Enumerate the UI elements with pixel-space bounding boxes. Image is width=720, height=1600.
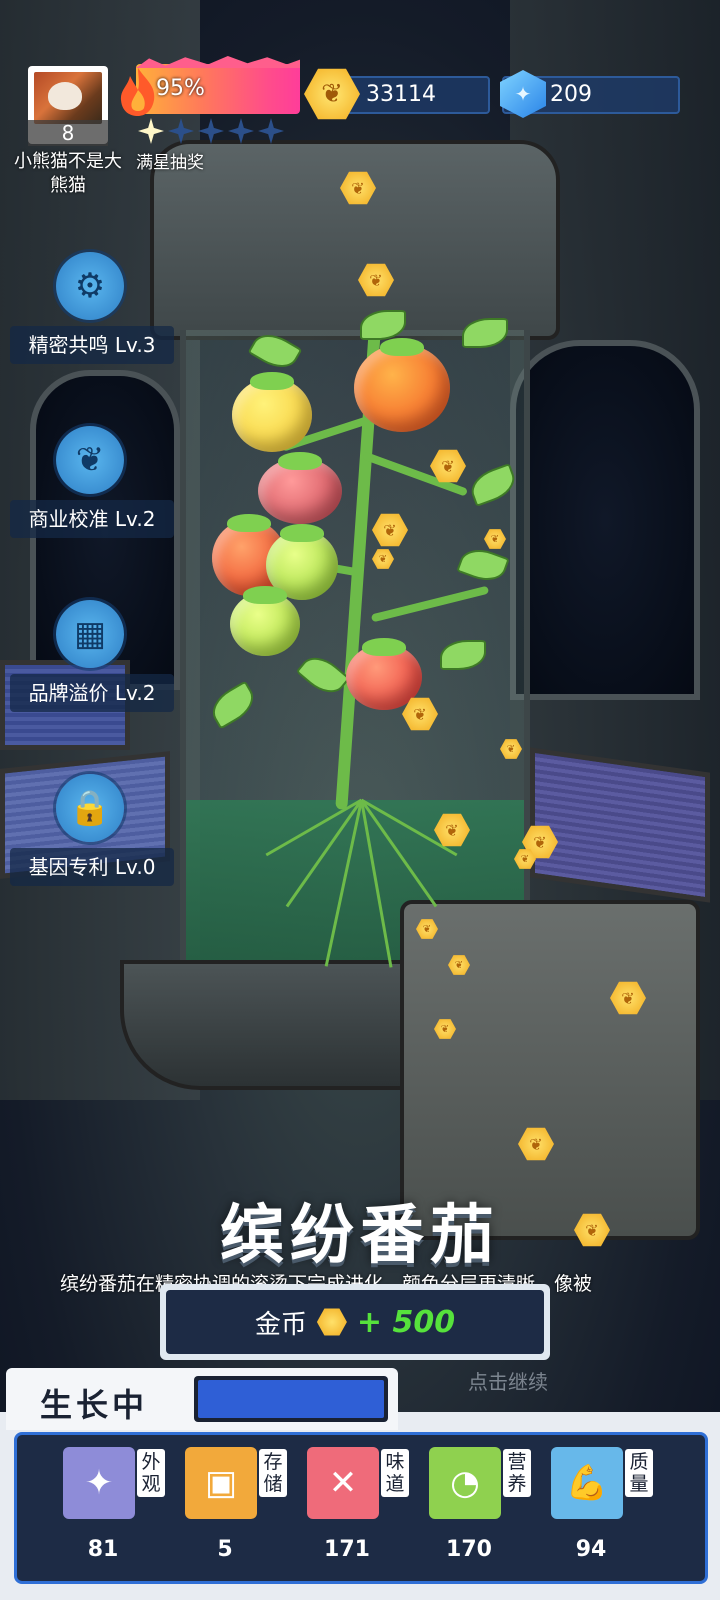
space-window-right [510,340,700,700]
sparkle-icon: ✦ [63,1447,135,1519]
star-icon [198,118,224,144]
star-icon [138,118,164,144]
attribute-value: 5 [217,1537,233,1562]
gold-amount: 33114 [366,82,436,107]
tomato-orange [354,338,450,432]
attribute-name: 营养 [503,1449,531,1497]
attribute-value: 94 [575,1537,607,1562]
lime-icon: ◔ [429,1447,501,1519]
skill-label: 品牌溢价 Lv.2 [10,674,174,712]
gear-sprout-icon: ⚙ [56,252,124,320]
attribute-nutrition[interactable]: ◔ 营养 170 [429,1447,545,1583]
tap-to-continue[interactable]: 点击继续 [468,1366,548,1395]
attribute-storage[interactable]: ▣ 存储 5 [185,1447,301,1583]
coin-icon [316,1308,347,1336]
player-level: 8 [28,120,108,146]
attribute-name: 质量 [625,1449,653,1497]
star-icon [168,118,194,144]
fork-knife-icon: ✕ [307,1447,379,1519]
reward-amount: + 500 [356,1304,456,1340]
leaf-scan-icon: ❦ [56,426,124,494]
player-avatar[interactable]: 8 [28,66,108,146]
star-rating [138,118,284,144]
skill-label: 基因专利 Lv.0 [10,848,174,886]
heat-percent: 95% [156,76,205,101]
muscle-icon: 💪 [551,1447,623,1519]
skill-label: 精密共鸣 Lv.3 [10,326,174,364]
reward-popup[interactable]: 金币 + 500 [160,1284,550,1360]
attribute-taste[interactable]: ✕ 味道 171 [307,1447,423,1583]
crop-title: 缤纷番茄 [220,1199,500,1273]
reward-content: 金币 + 500 [166,1290,544,1354]
player-name: 小熊猫不是大熊猫 [14,151,122,196]
attribute-value: 170 [446,1537,492,1562]
tomato-pink [258,452,342,524]
attribute-value: 171 [324,1537,370,1562]
monitor-right [530,747,710,903]
store-icon: ▦ [56,600,124,668]
skill-label: 商业校准 Lv.2 [10,500,174,538]
gem-amount: 209 [550,82,592,107]
star-icon [258,118,284,144]
attribute-appearance[interactable]: ✦ 外观 81 [63,1447,179,1583]
tomato-yellow [232,372,312,452]
attribute-name: 存储 [259,1449,287,1497]
attribute-quality[interactable]: 💪 质量 94 [551,1447,667,1583]
tomato-green [230,586,300,656]
growth-status-label: 生长中 [40,1386,149,1424]
full-star-lottery-button[interactable]: 满星抽奖 [136,148,204,173]
lock-icon: 🔒 [56,774,124,842]
attribute-name: 外观 [137,1449,165,1497]
attribute-list: ✦ 外观 81 ▣ 存储 5 ✕ 味道 171 ◔ 营养 170 💪 质量 94 [14,1432,708,1584]
box-icon: ▣ [185,1447,257,1519]
growth-progress-fill [198,1380,384,1418]
reward-label: 金币 [254,1309,307,1340]
star-icon [228,118,254,144]
fire-icon [120,68,155,116]
growth-progress-bar [194,1376,388,1422]
growth-tank-top [150,140,560,340]
attribute-value: 81 [87,1537,119,1562]
red-panda-avatar-image [34,72,102,124]
attribute-name: 味道 [381,1449,409,1497]
